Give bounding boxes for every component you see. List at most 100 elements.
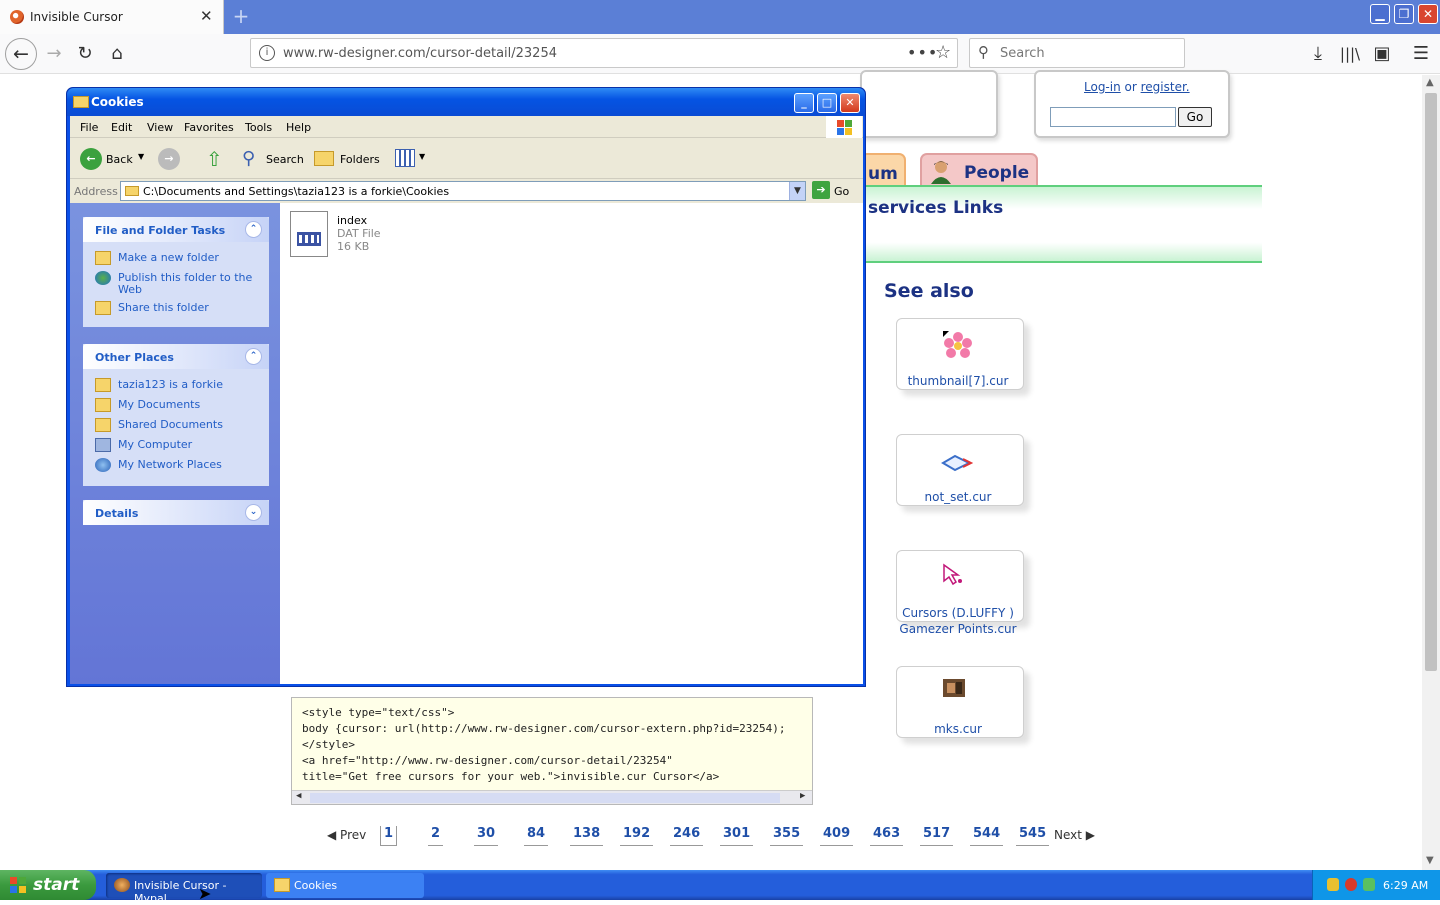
cursor-card-label[interactable]: Cursors (D.LUFFY ) [878, 606, 1038, 620]
page-link[interactable]: 463 [870, 826, 904, 846]
page-link[interactable]: 355 [770, 826, 804, 846]
page-link[interactable]: 517 [920, 826, 954, 846]
go-arrow-icon[interactable]: ➔ [812, 181, 830, 199]
page-link[interactable]: 545 [1016, 826, 1050, 846]
cursor-card-label-2[interactable]: Gamezer Points.cur [878, 622, 1038, 636]
site-info-icon[interactable]: i [259, 45, 275, 61]
tab-people[interactable]: People [920, 153, 1038, 187]
folders-icon[interactable] [314, 151, 334, 166]
folder-icon [274, 878, 290, 892]
next-label: Next [1054, 828, 1082, 842]
html-code-snippet[interactable]: <style type="text/css"> body {cursor: ur… [291, 697, 813, 805]
scroll-left-arrow-icon[interactable]: ◀ [296, 791, 301, 801]
security-shield-icon[interactable] [1327, 878, 1339, 891]
close-tab-icon[interactable]: ✕ [200, 7, 213, 25]
explorer-menu-bar: File Edit View Favorites Tools Help [70, 116, 863, 138]
file-folder-tasks-header[interactable]: File and Folder Tasks ⌃ [83, 217, 269, 242]
cursor-card-label[interactable]: not_set.cur [878, 490, 1038, 504]
menu-tools[interactable]: Tools [245, 121, 272, 134]
taskbar-item-browser[interactable]: Invisible Cursor - Mypal [106, 873, 262, 905]
search-input[interactable]: ⚲ Search [969, 38, 1185, 68]
page-link[interactable]: 409 [820, 826, 854, 846]
collapse-chevron-icon[interactable]: ⌃ [245, 221, 262, 238]
code-scrollbar-thumb[interactable] [310, 793, 780, 803]
other-places-header[interactable]: Other Places ⌃ [83, 344, 269, 369]
back-dropdown-icon[interactable]: ▼ [138, 152, 144, 161]
expand-chevron-icon[interactable]: ⌄ [245, 504, 262, 521]
search-magnifier-icon[interactable]: ⚲ [242, 148, 255, 169]
window-minimize-button[interactable]: ▁ [1370, 4, 1390, 24]
menu-view[interactable]: View [147, 121, 173, 134]
collapse-chevron-icon[interactable]: ⌃ [245, 348, 262, 365]
up-folder-icon[interactable]: ⇧ [206, 147, 223, 171]
reload-button[interactable]: ↻ [71, 40, 99, 68]
login-input[interactable] [1050, 107, 1176, 127]
task-label: Make a new folder [118, 251, 219, 264]
tab-forum[interactable]: um [860, 153, 906, 187]
links-link[interactable]: Links [953, 198, 1003, 218]
library-icon[interactable]: |||\ [1336, 40, 1364, 68]
explorer-minimize-button[interactable]: _ [794, 93, 814, 113]
menu-help[interactable]: Help [286, 121, 311, 134]
address-dropdown-icon[interactable]: ▼ [789, 182, 805, 200]
taskbar-item-cookies[interactable]: Cookies [266, 873, 424, 898]
menu-file[interactable]: File [80, 121, 98, 134]
menu-edit[interactable]: Edit [111, 121, 132, 134]
page-link[interactable]: 2 [428, 826, 444, 846]
page-link[interactable]: 301 [720, 826, 754, 846]
page-scrollbar[interactable]: ▲ ▼ [1422, 75, 1440, 870]
forward-arrow-icon[interactable]: → [158, 148, 180, 170]
start-button[interactable]: start [0, 870, 96, 900]
page-actions-icon[interactable]: ••• [907, 43, 938, 62]
register-link[interactable]: register. [1141, 80, 1190, 94]
cursor-card-label[interactable]: mks.cur [878, 722, 1038, 736]
page-link[interactable]: 192 [620, 826, 654, 846]
address-input[interactable]: C:\Documents and Settings\tazia123 is a … [120, 181, 806, 201]
menu-favorites[interactable]: Favorites [184, 121, 234, 134]
url-bar[interactable]: i www.rw-designer.com/cursor-detail/2325… [250, 38, 958, 68]
window-close-button[interactable]: ✕ [1418, 4, 1438, 24]
back-button[interactable]: ← [5, 38, 37, 70]
dat-file-icon[interactable] [290, 211, 328, 257]
login-go-button[interactable]: Go [1178, 107, 1212, 127]
scroll-up-arrow-icon[interactable]: ▲ [1426, 77, 1434, 88]
explorer-title-bar[interactable]: Cookies _ □ ✕ [67, 88, 865, 116]
alert-icon[interactable] [1345, 878, 1357, 891]
scrollbar-thumb[interactable] [1425, 93, 1437, 671]
home-button[interactable]: ⌂ [103, 40, 131, 68]
page-link[interactable]: 1 [380, 826, 398, 846]
explorer-search-button[interactable]: Search [266, 153, 304, 166]
details-header[interactable]: Details ⌄ [83, 500, 269, 525]
next-page-link[interactable]: Next ▶ [1054, 828, 1095, 842]
page-link[interactable]: 138 [570, 826, 604, 846]
views-icon[interactable] [395, 149, 415, 167]
views-dropdown-icon[interactable]: ▼ [419, 152, 425, 161]
code-horizontal-scrollbar[interactable]: ◀ ▶ [292, 790, 812, 804]
explorer-back-button[interactable]: Back [106, 153, 133, 166]
services-link[interactable]: services [868, 198, 947, 218]
prev-page-link[interactable]: ◀ Prev [327, 828, 366, 842]
window-restore-button[interactable]: ❐ [1394, 4, 1414, 24]
downloads-icon[interactable]: ⤓ [1304, 40, 1332, 68]
scroll-down-arrow-icon[interactable]: ▼ [1426, 855, 1434, 866]
menu-icon[interactable]: ☰ [1407, 40, 1435, 68]
page-link[interactable]: 544 [970, 826, 1004, 846]
cursor-card-label[interactable]: thumbnail[7].cur [878, 374, 1038, 388]
file-name[interactable]: index [337, 214, 367, 227]
address-go-button[interactable]: Go [834, 185, 849, 198]
explorer-close-button[interactable]: ✕ [840, 93, 860, 113]
browser-tab[interactable]: Invisible Cursor ✕ [0, 0, 224, 34]
sidebar-icon[interactable]: ▣ [1368, 40, 1396, 68]
network-tray-icon[interactable] [1363, 878, 1375, 891]
scroll-right-arrow-icon[interactable]: ▶ [800, 791, 805, 801]
page-link[interactable]: 246 [670, 826, 704, 846]
page-link[interactable]: 84 [524, 826, 549, 846]
back-arrow-icon[interactable]: ← [80, 148, 102, 170]
explorer-maximize-button[interactable]: □ [817, 93, 837, 113]
page-link[interactable]: 30 [474, 826, 499, 846]
explorer-folders-button[interactable]: Folders [340, 153, 380, 166]
new-tab-button[interactable]: + [230, 4, 252, 28]
login-link[interactable]: Log-in [1084, 80, 1121, 94]
forward-button[interactable]: → [40, 40, 68, 68]
bookmark-star-icon[interactable]: ☆ [935, 42, 951, 63]
